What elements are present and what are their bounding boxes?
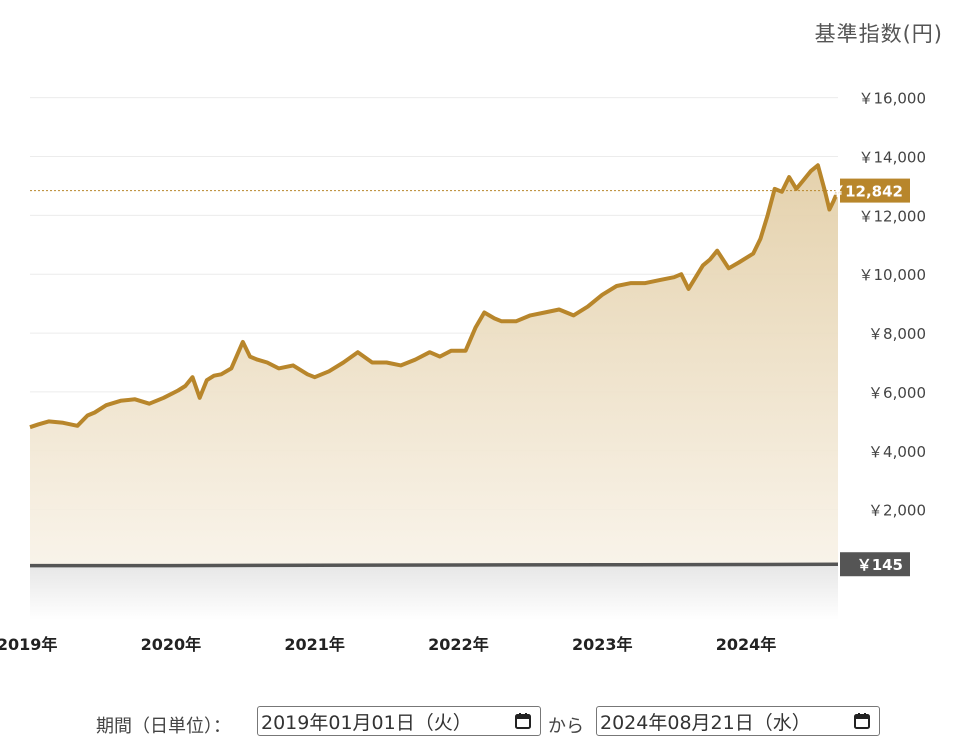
start-date-value: 2019年01月01日（火） <box>261 711 472 734</box>
calendar-icon[interactable] <box>845 707 879 735</box>
end-date-value: 2024年08月21日（水） <box>600 711 811 734</box>
calendar-icon[interactable] <box>506 707 540 735</box>
y-tick-label: ￥2,000 <box>868 502 926 520</box>
range-separator: から <box>548 716 584 737</box>
period-label: 期間（日単位）： <box>96 716 231 737</box>
x-tick-label: 2023年 <box>572 635 633 654</box>
chart-svg: ￥2,000 ￥4,000 ￥6,000 ￥8,000 ￥10,000 ￥12,000 ￥1… <box>0 90 927 654</box>
x-tick-label: 2022年 <box>428 635 489 654</box>
x-tick-label: 2020年 <box>141 635 202 654</box>
y-tick-label: ￥12,000 <box>859 207 927 225</box>
y-axis-title: 基準指数(円) <box>814 22 943 46</box>
series-area <box>30 564 838 620</box>
last-value-label: ￥12,842 <box>830 183 903 201</box>
x-tick-label: 2024年 <box>716 635 777 654</box>
end-date-input[interactable]: 2024年08月21日（水） <box>596 706 880 736</box>
start-date-input[interactable]: 2019年01月01日（火） <box>257 706 541 736</box>
chart: 基準指数(円) ￥2,000 ￥4,000 ￥6,000 ￥8,000 ￥10,000 ￥… <box>0 0 971 690</box>
y-tick-label: ￥14,000 <box>859 149 927 167</box>
y-tick-label: ￥6,000 <box>868 384 926 402</box>
x-tick-label: 2019年 <box>0 635 57 654</box>
series-area <box>30 165 838 621</box>
y-tick-label: ￥8,000 <box>868 325 926 343</box>
series-line <box>30 562 839 568</box>
date-range-bar: 期間（日単位）： 2019年01月01日（火） から 2024年08月21日（水… <box>0 706 971 740</box>
y-tick-label: ￥4,000 <box>868 443 926 461</box>
y-tick-label: ￥16,000 <box>859 90 927 108</box>
last-value-label: ￥145 <box>857 556 903 574</box>
x-tick-label: 2021年 <box>284 635 345 654</box>
y-tick-label: ￥10,000 <box>859 266 927 284</box>
